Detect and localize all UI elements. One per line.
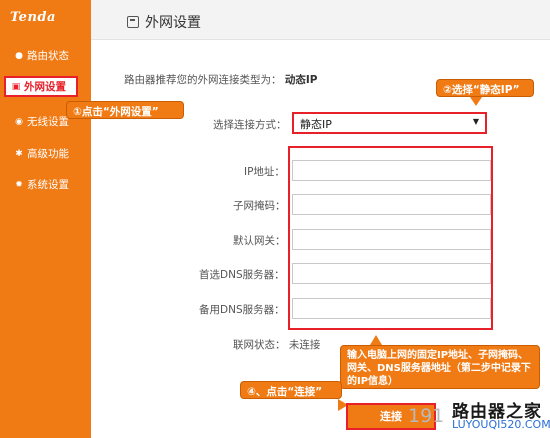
sidebar-item-label: 系统设置 (27, 179, 69, 191)
advanced-icon: ✱ (15, 148, 23, 159)
subnet-mask-label: 子网掩码： (233, 200, 286, 212)
status-value: 未连接 (288, 339, 321, 351)
callout-step3: 输入电脑上网的固定IP地址、子网掩码、网关、DNS服务器地址（第二步中记录下的I… (340, 345, 540, 389)
page-title-text: 外网设置 (145, 15, 201, 31)
watermark-number: 191 (408, 405, 445, 427)
status-label: 联网状态： (233, 339, 286, 351)
recommend-value: 动态IP (284, 74, 318, 86)
callout-step1: ①点击“外网设置” (66, 101, 184, 119)
sidebar: Tenda ● 路由状态 ▣ 外网设置 ◉ 无线设置 ✱ 高级功能 ✹ 系统设置 (0, 0, 91, 438)
wan-icon: ▣ (11, 81, 21, 92)
recommend-label: 路由器推荐您的外网连接类型为： (124, 74, 282, 86)
secondary-dns-input[interactable] (292, 298, 491, 319)
tenda-logo: Tenda (10, 10, 56, 25)
watermark-url: LUYOUQI520.COM (452, 418, 550, 431)
default-gateway-label: 默认网关： (233, 235, 286, 247)
sidebar-item-label: 高级功能 (27, 148, 69, 160)
chevron-down-icon[interactable]: ▼ (473, 117, 479, 126)
sidebar-item-label: 无线设置 (27, 116, 69, 128)
sidebar-item-router-status[interactable]: ● 路由状态 (14, 48, 69, 63)
wireless-icon: ◉ (15, 116, 23, 127)
primary-dns-input[interactable] (292, 263, 491, 284)
sidebar-item-advanced[interactable]: ✱ 高级功能 (14, 146, 69, 161)
status-icon: ● (15, 50, 23, 61)
sidebar-item-label: 外网设置 (24, 81, 66, 93)
page-title: 外网设置 (127, 12, 201, 32)
callout-pointer (370, 335, 382, 345)
default-gateway-input[interactable] (292, 229, 491, 250)
connection-mode-select[interactable]: 静态IP ▼ (292, 112, 487, 134)
ip-address-input[interactable] (292, 160, 491, 181)
sidebar-item-label: 路由状态 (27, 50, 69, 62)
callout-step2: ②选择“静态IP” (436, 79, 534, 97)
connection-mode-value: 静态IP (300, 118, 332, 131)
system-icon: ✹ (15, 179, 23, 190)
network-status-line: 联网状态： 未连接 (233, 337, 320, 352)
primary-dns-label: 首选DNS服务器： (199, 269, 285, 281)
secondary-dns-label: 备用DNS服务器： (199, 304, 285, 316)
recommend-line: 路由器推荐您的外网连接类型为： 动态IP (124, 72, 317, 87)
ip-address-label: IP地址： (244, 166, 285, 178)
mode-label: 选择连接方式： (213, 119, 287, 131)
callout-pointer (470, 97, 482, 106)
sidebar-item-system-settings[interactable]: ✹ 系统设置 (14, 177, 69, 192)
sidebar-item-wan-settings[interactable]: ▣ 外网设置 (4, 76, 78, 97)
callout-step4: ④、点击“连接” (240, 381, 342, 399)
wan-icon (127, 16, 139, 28)
subnet-mask-input[interactable] (292, 194, 491, 215)
sidebar-item-wireless-settings[interactable]: ◉ 无线设置 (14, 114, 69, 129)
